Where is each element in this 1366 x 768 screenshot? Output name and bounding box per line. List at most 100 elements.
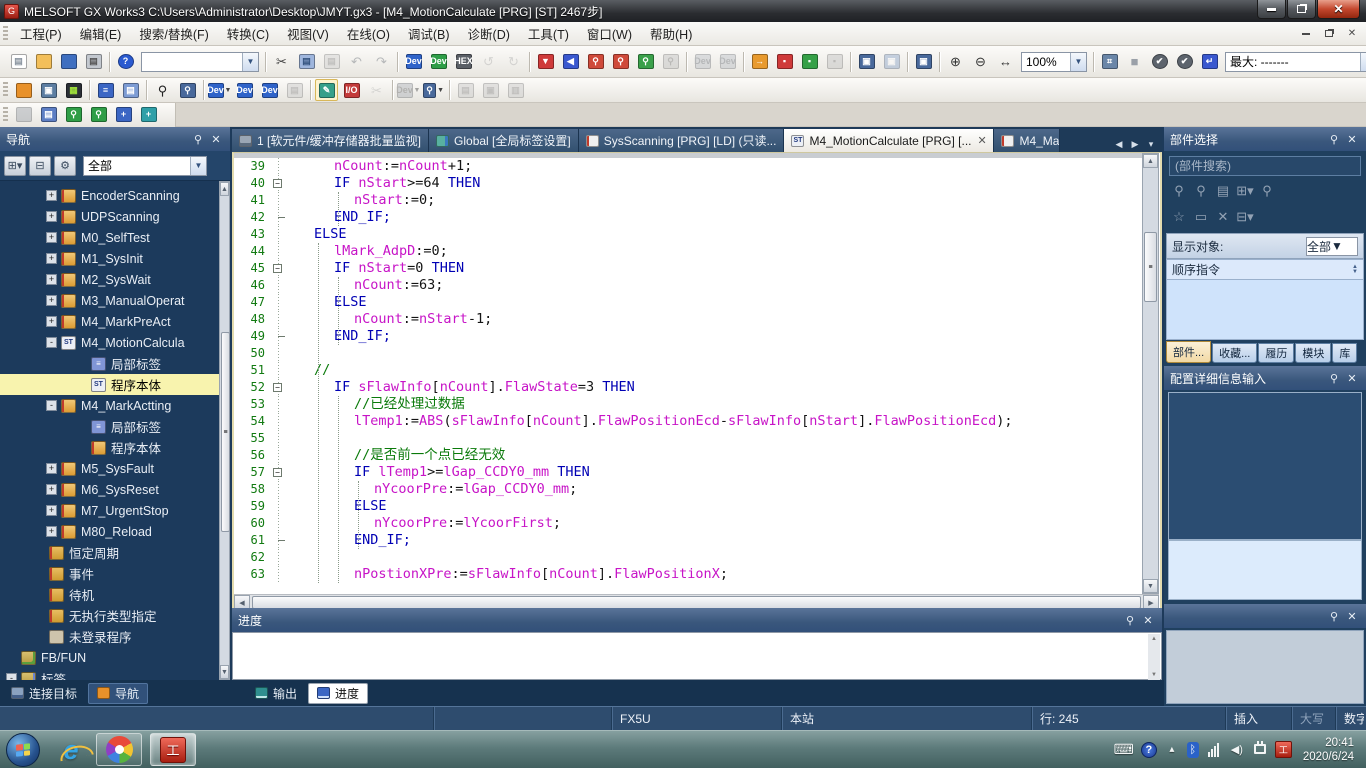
device-comment-dropdown-button[interactable]: Dev▼ — [208, 79, 231, 101]
code-line-42[interactable]: 42END_IF; — [234, 209, 1142, 226]
code-line-55[interactable]: 55 — [234, 430, 1142, 447]
tab-list-icon[interactable]: ▾ — [1144, 136, 1158, 152]
open-project-button[interactable] — [32, 51, 55, 73]
expand-icon[interactable]: + — [46, 463, 57, 474]
keyboard-icon[interactable]: ⌨ — [1114, 741, 1134, 758]
expand-icon[interactable]: + — [46, 295, 57, 306]
tree-item-程序本体[interactable]: +ST程序本体 — [0, 374, 219, 395]
code-line-44[interactable]: 44lMark_AdpD:=0; — [234, 243, 1142, 260]
pin-icon[interactable]: ⚲ — [1326, 609, 1342, 624]
volume-icon[interactable]: ◀) — [1229, 743, 1245, 756]
tree-item-M2_SysWait[interactable]: +M2_SysWait — [0, 269, 219, 290]
progress-scrollbar[interactable]: ▲▼ — [1148, 634, 1160, 680]
code-line-60[interactable]: 60nYcoorPre:=lYcoorFirst; — [234, 515, 1142, 532]
device-hex-button[interactable]: HEX — [452, 51, 475, 73]
zoom-fit-button[interactable]: ↔ — [994, 51, 1017, 73]
help-icon[interactable]: ? — [1141, 742, 1157, 758]
zoom-out-button[interactable]: ⊖ — [969, 51, 992, 73]
tab-scroll-left-icon[interactable]: ◀ — [1112, 136, 1126, 152]
convert-all-button[interactable]: ▤ — [37, 104, 60, 126]
collapse-icon[interactable]: - — [46, 337, 57, 348]
fold-collapse-icon[interactable]: − — [273, 468, 282, 477]
filter-button[interactable]: ⊟▾ — [1234, 207, 1256, 227]
cut-button[interactable]: ✂ — [270, 51, 293, 73]
spinner-icon[interactable]: ▲▼ — [1352, 265, 1358, 275]
scroll-up-icon[interactable]: ▲ — [220, 182, 229, 196]
pin-icon[interactable]: ⚲ — [1326, 132, 1342, 147]
navigation-scrollbar[interactable]: ▲ ≡ ▼ — [219, 181, 230, 680]
placement-mode-button[interactable]: ⊞▾ — [1234, 181, 1256, 201]
pin-icon[interactable]: ⚲ — [1122, 613, 1138, 628]
document-tab-2[interactable]: Global [全局标签设置] — [429, 129, 579, 152]
pin-icon[interactable]: ⚲ — [190, 132, 206, 147]
zoom-combobox[interactable]: 100%▼ — [1021, 52, 1087, 72]
expand-icon[interactable]: + — [46, 316, 57, 327]
close-icon[interactable]: ✕ — [1344, 132, 1360, 147]
menu-item-3[interactable]: 转换(C) — [218, 21, 278, 46]
editor-vertical-scrollbar[interactable]: ▲ ≡ ▼ — [1142, 153, 1159, 594]
document-tab-3[interactable]: SysScanning [PRG] [LD] (只读... — [579, 129, 785, 152]
menu-item-9[interactable]: 窗口(W) — [578, 21, 641, 46]
run-button[interactable]: ▪ — [798, 51, 821, 73]
code-line-62[interactable]: 62 — [234, 549, 1142, 566]
close-tab-icon[interactable]: ✕ — [978, 134, 987, 147]
code-line-53[interactable]: 53//已经处理过数据 — [234, 396, 1142, 413]
monitor-run-check-button[interactable]: ✔ — [1148, 51, 1171, 73]
write-to-plc-button[interactable]: ▼ — [534, 51, 557, 73]
find-next-result-button[interactable]: ⚲ — [62, 104, 85, 126]
menu-item-4[interactable]: 视图(V) — [278, 21, 338, 46]
edit-mode-button[interactable]: ✎ — [315, 79, 338, 101]
pin-icon[interactable]: ⚲ — [1326, 371, 1342, 386]
tree-item-标签[interactable]: -标签 — [0, 668, 219, 680]
config-input-view[interactable] — [1168, 540, 1362, 600]
tree-item-未登录程序[interactable]: +未登录程序 — [0, 626, 219, 647]
monitor-read-button[interactable]: ⚲ — [609, 51, 632, 73]
help-button[interactable]: ? — [114, 51, 137, 73]
expand-icon[interactable]: + — [46, 505, 57, 516]
display-detail-button[interactable]: ▤ — [1212, 181, 1234, 201]
code-line-54[interactable]: 54lTemp1:=ABS(sFlawInfo[nCount].FlawPosi… — [234, 413, 1142, 430]
internet-explorer-icon[interactable]: e — [54, 733, 88, 767]
program-editor-button[interactable]: ≡ — [94, 79, 117, 101]
scroll-up-icon[interactable]: ▲ — [1143, 154, 1158, 168]
device-network-button[interactable]: Dev — [258, 79, 281, 101]
new-folder-button[interactable]: ▭ — [1190, 207, 1212, 227]
code-line-47[interactable]: 47ELSE — [234, 294, 1142, 311]
monitor-pause-button[interactable]: ■ — [1123, 51, 1146, 73]
network-signal-icon[interactable] — [1206, 743, 1222, 757]
document-tab-4[interactable]: STM4_MotionCalculate [PRG] [...✕ — [784, 129, 994, 152]
scrollbar-thumb[interactable]: ≡ — [1144, 232, 1157, 302]
device-find-dropdown-button[interactable]: ⚲▼ — [422, 79, 445, 101]
menu-item-2[interactable]: 搜索/替换(F) — [130, 21, 217, 46]
add-label-line-button[interactable]: + — [112, 104, 135, 126]
menu-item-1[interactable]: 编辑(E) — [71, 21, 131, 46]
code-line-45[interactable]: 45−IF nStart=0 THEN — [234, 260, 1142, 277]
dock-tab-连接目标[interactable]: 连接目标 — [2, 683, 86, 704]
scroll-down-icon[interactable]: ▼ — [1143, 579, 1158, 593]
hidden-icons-arrow[interactable]: ▴ — [1164, 744, 1180, 755]
restore-button[interactable] — [1287, 0, 1316, 19]
code-line-59[interactable]: 59ELSE — [234, 498, 1142, 515]
insert-line-button[interactable]: + — [137, 104, 160, 126]
module-configuration-button[interactable]: ▣ — [37, 79, 60, 101]
tree-item-局部标签[interactable]: +≡局部标签 — [0, 416, 219, 437]
fold-collapse-icon[interactable]: − — [273, 383, 282, 392]
element-tab-1[interactable]: 部件... — [1166, 341, 1211, 363]
code-line-48[interactable]: 48nCount:=nStart-1; — [234, 311, 1142, 328]
code-area[interactable]: 39nCount:=nCount+1;40−IF nStart>=64 THEN… — [234, 153, 1142, 594]
dock-tab-输出[interactable]: 输出 — [246, 683, 306, 704]
current-value-display-combobox[interactable]: 最大: -------▼ — [1225, 52, 1366, 72]
usb-icon[interactable] — [1252, 744, 1268, 756]
current-value-button[interactable]: ↵ — [1198, 51, 1221, 73]
mdi-close-button[interactable]: ✕ — [1342, 26, 1362, 42]
tree-item-M4_MarkActting[interactable]: -M4_MarkActting — [0, 395, 219, 416]
menu-item-6[interactable]: 调试(B) — [399, 21, 459, 46]
tree-item-M7_UrgentStop[interactable]: +M7_UrgentStop — [0, 500, 219, 521]
tree-item-M1_SysInit[interactable]: +M1_SysInit — [0, 248, 219, 269]
code-line-43[interactable]: 43ELSE — [234, 226, 1142, 243]
tree-item-FB/FUN[interactable]: +FB/FUN — [0, 647, 219, 668]
tree-item-程序本体[interactable]: +程序本体 — [0, 437, 219, 458]
fold-collapse-icon[interactable]: − — [273, 179, 282, 188]
gx-works3-taskbar-button[interactable]: 工 — [150, 733, 196, 766]
menu-item-10[interactable]: 帮助(H) — [641, 21, 701, 46]
